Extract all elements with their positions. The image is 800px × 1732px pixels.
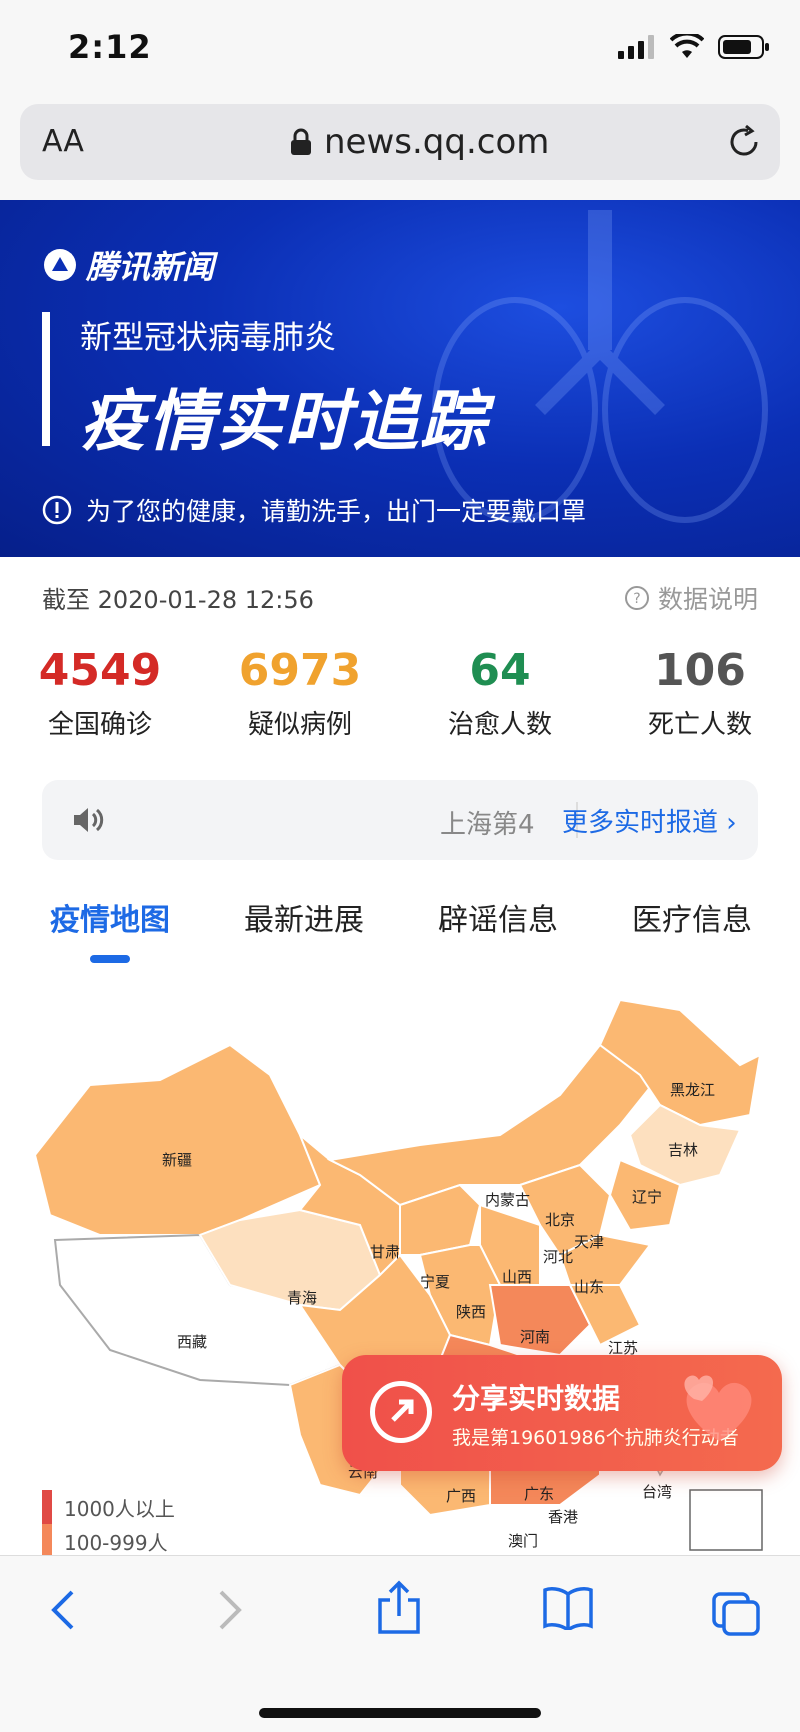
label-hebei: 河北 — [543, 1248, 573, 1266]
banner-title: 疫情实时追踪 — [80, 383, 488, 460]
data-explain-label: 数据说明 — [657, 585, 758, 614]
label-heilongjiang: 黑龙江 — [670, 1081, 715, 1099]
label-xizang: 西藏 — [177, 1333, 207, 1351]
exclamation-circle-icon — [42, 495, 72, 525]
stat-label: 疑似病例 — [247, 710, 352, 740]
lock-icon — [291, 128, 311, 155]
label-taiwan: 台湾 — [642, 1483, 672, 1501]
tab-medical-info[interactable]: 医疗信息 — [632, 895, 752, 939]
screen: 2:12 AA news.qq.com 腾讯新闻 新型冠状病毒肺炎 疫情实时追踪… — [0, 0, 800, 1732]
label-gansu: 甘肃 — [370, 1243, 400, 1261]
home-indicator — [259, 1708, 541, 1718]
label-shandong: 山东 — [574, 1278, 604, 1296]
share-icon — [370, 1381, 432, 1443]
label-guangxi: 广西 — [446, 1487, 476, 1505]
text-size-button[interactable]: AA — [42, 124, 84, 159]
legend-item: 1000人以上 — [42, 1490, 175, 1524]
tab-bar: 疫情地图 最新进展 辟谣信息 医疗信息 — [0, 895, 800, 955]
bookmarks-icon[interactable] — [542, 1586, 594, 1630]
legend-label: 1000人以上 — [64, 1496, 175, 1521]
back-icon[interactable] — [48, 1586, 78, 1634]
text-size-label: AA — [42, 124, 84, 159]
label-tianjin: 天津 — [574, 1233, 604, 1251]
hero-banner: 腾讯新闻 新型冠状病毒肺炎 疫情实时追踪 为了您的健康，请勤洗手，出门一定要戴口… — [0, 200, 800, 557]
label-xinjiang: 新疆 — [162, 1151, 192, 1169]
battery-icon — [718, 35, 769, 59]
browser-toolbar — [0, 1555, 800, 1732]
legend-swatch — [42, 1490, 52, 1524]
data-explain-link[interactable]: ? 数据说明 — [624, 580, 758, 616]
url-display[interactable]: news.qq.com — [290, 122, 549, 162]
brand-logo: 腾讯新闻 — [42, 242, 214, 288]
map-legend: 1000人以上 100-999人 — [42, 1490, 175, 1558]
label-qinghai: 青海 — [287, 1289, 317, 1307]
reload-icon[interactable] — [726, 124, 762, 160]
stat-value: 4549 — [38, 645, 162, 696]
label-shanxi: 山西 — [502, 1268, 532, 1286]
title-accent-bar — [42, 312, 50, 446]
share-title: 分享实时数据 — [452, 1382, 621, 1415]
notice-text: 为了您的健康，请勤洗手，出门一定要戴口罩 — [86, 497, 587, 526]
stat-value: 6973 — [238, 645, 362, 696]
active-tab-indicator — [90, 955, 130, 963]
ticker-text: 上海第4 — [440, 810, 535, 840]
more-reports-link[interactable]: 更多实时报道 › — [562, 802, 737, 839]
stat-suspected: 6973 疑似病例 — [200, 645, 400, 741]
label-beijing: 北京 — [545, 1211, 575, 1229]
brand-name: 腾讯新闻 — [86, 248, 215, 286]
forward-icon[interactable] — [215, 1586, 245, 1634]
legend-item: 100-999人 — [42, 1524, 175, 1558]
share-data-button[interactable]: 分享实时数据 我是第19601986个抗肺炎行动者 — [342, 1355, 782, 1471]
stat-confirmed: 4549 全国确诊 — [0, 645, 200, 741]
stat-deaths: 106 死亡人数 — [600, 645, 800, 741]
share-icon[interactable] — [376, 1580, 422, 1636]
url-text: news.qq.com — [324, 122, 550, 162]
status-bar: 2:12 — [0, 0, 800, 100]
legend-label: 100-999人 — [64, 1530, 168, 1555]
stat-cured: 64 治愈人数 — [400, 645, 600, 741]
label-xianggang: 香港 — [548, 1508, 578, 1526]
question-circle-icon: ? — [624, 586, 649, 610]
stat-label: 全国确诊 — [47, 710, 152, 740]
banner-subtitle: 新型冠状病毒肺炎 — [80, 318, 337, 356]
hearts-icon — [684, 1375, 752, 1441]
stats-row: 4549 全国确诊 6973 疑似病例 64 治愈人数 106 死亡人数 — [0, 645, 800, 741]
label-liaoning: 辽宁 — [632, 1188, 662, 1206]
tab-latest-progress[interactable]: 最新进展 — [244, 895, 364, 939]
tab-epidemic-map[interactable]: 疫情地图 — [50, 895, 170, 939]
tabs-icon[interactable] — [710, 1590, 762, 1638]
label-ningxia: 宁夏 — [420, 1273, 450, 1291]
health-notice: 为了您的健康，请勤洗手，出门一定要戴口罩 — [42, 492, 586, 528]
address-bar[interactable]: AA news.qq.com — [20, 104, 780, 180]
south-china-sea-inset — [689, 1489, 763, 1551]
status-time: 2:12 — [68, 28, 152, 66]
system-icons — [618, 34, 770, 60]
wifi-icon — [670, 34, 704, 58]
label-guangdong: 广东 — [524, 1485, 554, 1503]
update-time: 截至 2020-01-28 12:56 — [42, 586, 314, 614]
legend-swatch — [42, 1524, 52, 1558]
label-shaanxi: 陕西 — [456, 1303, 486, 1321]
label-jilin: 吉林 — [668, 1141, 698, 1159]
browser-address-area: AA news.qq.com — [0, 100, 800, 200]
stat-value: 64 — [469, 645, 531, 696]
province-xinjiang — [33, 1043, 322, 1236]
stat-label: 治愈人数 — [447, 710, 552, 740]
tencent-news-icon — [44, 249, 76, 281]
speaker-icon — [74, 808, 104, 832]
stat-value: 106 — [654, 645, 746, 696]
stat-label: 死亡人数 — [647, 710, 752, 740]
signal-icon — [618, 35, 654, 59]
news-ticker[interactable]: 上海第4 更多实时报道 › — [42, 780, 758, 860]
svg-text:?: ? — [633, 591, 640, 607]
label-neimenggu: 内蒙古 — [485, 1191, 530, 1209]
tab-rumor-info[interactable]: 辟谣信息 — [438, 895, 558, 939]
label-henan: 河南 — [520, 1328, 550, 1346]
label-aomen: 澳门 — [508, 1532, 538, 1550]
